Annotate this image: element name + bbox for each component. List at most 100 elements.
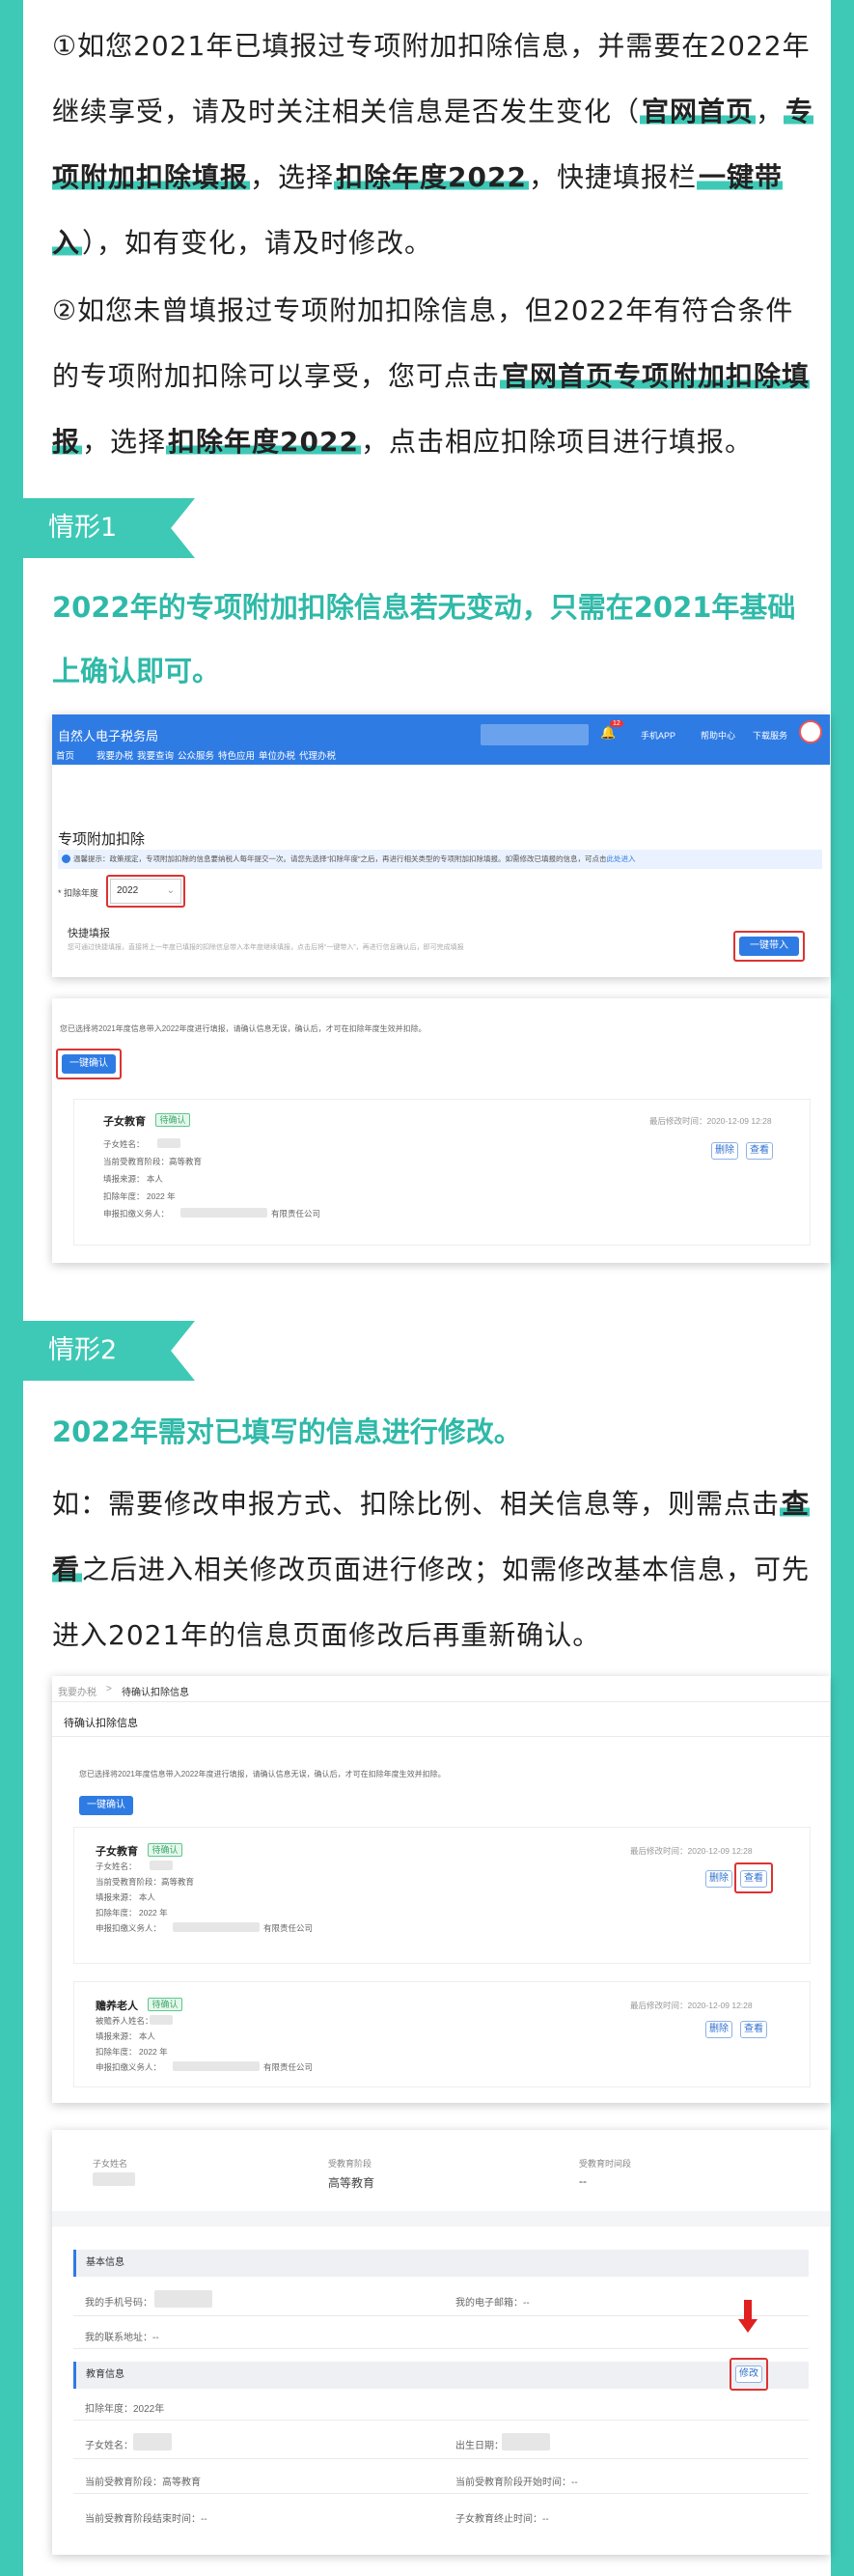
child-name-label: 子女姓名：: [85, 2441, 133, 2451]
company-suffix: 有限责任公司: [271, 1209, 321, 1218]
child-name-blur: [157, 1138, 180, 1148]
nav-item[interactable]: 我要查询: [137, 748, 174, 762]
detail-gap: [52, 2211, 830, 2226]
edu-info-header: 教育信息: [73, 2362, 809, 2389]
field-label: 申报扣缴义务人：: [96, 1923, 162, 1933]
portal-nav: 首页 我要办税 我要查询 公众服务 特色应用 单位办税 代理办税: [52, 747, 830, 765]
item-title: 赡养老人: [96, 2001, 138, 2012]
field-label: 被赡养人姓名：: [96, 2016, 153, 2026]
deduct-year: 扣除年度：2022年: [85, 2404, 165, 2415]
head-value-3: --: [579, 2174, 587, 2188]
pending-item-card: 赡养老人 待确认 最后修改时间：2020-12-09 12:28 删除 查看 被赡养人姓名…: [73, 1981, 811, 2087]
article-page: ①如您2021年已填报过专项附加扣除信息，并需要在2022年继续享受，请及时关注…: [23, 0, 831, 2576]
portal-link-app[interactable]: 手机APP: [641, 729, 675, 742]
avatar[interactable]: [799, 720, 822, 743]
item-title: 子女教育: [96, 1846, 138, 1858]
case1-heading: 2022年的专项附加扣除信息若无变动，只需在2021年基础上确认即可。: [52, 591, 796, 687]
head-label-3: 受教育时间段: [579, 2159, 632, 2169]
info-icon: [62, 854, 70, 863]
phone-value: [154, 2290, 212, 2308]
pending-confirm-button[interactable]: 一键确认: [79, 1796, 133, 1815]
pending-title: 待确认扣除信息: [64, 1718, 138, 1729]
stage-start-label: 当前受教育阶段开始时间：--: [455, 2478, 578, 2488]
status-badge: 待确认: [148, 1998, 182, 2011]
child-name-blur: [150, 1861, 173, 1870]
nav-item[interactable]: 特色应用: [218, 748, 255, 762]
intro-paragraph-2: ②如您未曾填报过专项附加扣除信息，但2022年有符合条件的专项附加扣除可以享受，…: [52, 278, 814, 475]
paragraph-text: 如：需要修改申报方式、扣除比例、相关信息等，则需点击: [52, 1488, 781, 1520]
year-highlight: [106, 875, 185, 908]
portal-link-download[interactable]: 下载服务: [753, 729, 787, 742]
birth-label: 出生日期：: [455, 2441, 504, 2451]
highlighted-keyword: 扣除年度2022: [334, 161, 529, 193]
paragraph-text: ，选择: [82, 426, 167, 458]
company-blur: [173, 1922, 260, 1932]
delete-button[interactable]: 删除: [705, 2021, 732, 2038]
portal-logo: 自然人电子税务局: [58, 729, 159, 743]
birth-blur: [502, 2433, 550, 2450]
field-label: 扣除年度： 2022 年: [96, 1908, 168, 1918]
nav-item[interactable]: 代理办税: [299, 748, 336, 762]
portal-screenshot: 自然人电子税务局 🔔 12 手机APP 帮助中心 下载服务 首页 我要办税 我要查询…: [52, 714, 830, 977]
delete-button[interactable]: 删除: [711, 1142, 738, 1160]
nav-item[interactable]: 公众服务: [178, 748, 214, 762]
field-label: 填报来源： 本人: [96, 2031, 155, 2041]
field-label: 子女姓名：: [103, 1139, 145, 1149]
breadcrumb-current: 待确认扣除信息: [122, 1688, 189, 1698]
paragraph-text: ，: [756, 96, 785, 127]
nav-item[interactable]: 首页: [56, 748, 74, 762]
status-badge: 待确认: [148, 1843, 182, 1857]
company-blur: [180, 1208, 267, 1218]
view-button[interactable]: 查看: [746, 1142, 773, 1160]
child-name-value: [93, 2172, 135, 2186]
email-label: 我的电子邮箱：--: [455, 2298, 530, 2309]
modified-time: 最后修改时间：2020-12-09 12:28: [630, 2001, 753, 2010]
head-label-2: 受教育阶段: [328, 2159, 372, 2169]
pending-item-card: 子女教育 待确认 最后修改时间：2020-12-09 12:28 删除 查看 子女姓名：当…: [73, 1827, 811, 1964]
phone-label: 我的手机号码：: [85, 2298, 152, 2309]
field-label: 填报来源： 本人: [103, 1174, 163, 1184]
paragraph-text: ，快捷填报栏: [528, 161, 697, 193]
head-label-1: 子女姓名: [93, 2159, 128, 2169]
basic-info-header: 基本信息: [73, 2250, 809, 2277]
modified-time: 最后修改时间：2020-12-09 12:28: [649, 1116, 772, 1126]
confirm-screenshot: 您已选择将2021年度信息带入2022年度进行填报，请确认信息无误，确认后，才可…: [52, 998, 830, 1263]
address-label: 我的联系地址：--: [85, 2333, 159, 2343]
field-label: 扣除年度： 2022 年: [96, 2047, 168, 2057]
portal-link-help[interactable]: 帮助中心: [701, 729, 735, 742]
delete-button[interactable]: 删除: [705, 1870, 732, 1888]
case2-paragraph: 如：需要修改申报方式、扣除比例、相关信息等，则需点击查看之后进入相关修改页面进行…: [52, 1471, 814, 1668]
stage-label: 当前受教育阶段：高等教育: [85, 2478, 201, 2488]
import-highlight: [733, 931, 805, 962]
quick-fill-desc: 您可通过快捷填报，直接将上一年度已填报的扣除信息带入本年度继续填报，点击后将“一…: [68, 944, 464, 951]
field-label: 申报扣缴义务人：: [103, 1209, 170, 1218]
field-label: 子女姓名：: [96, 1862, 137, 1871]
breadcrumb-home[interactable]: 我要办税: [58, 1684, 96, 1698]
field-label: 扣除年度： 2022 年: [103, 1191, 176, 1201]
paragraph-text: 之后进入相关修改页面进行修改；如需修改基本信息，可先进入2021年的信息页面修改…: [52, 1554, 811, 1651]
company-suffix: 有限责任公司: [263, 2062, 314, 2072]
paragraph-text: ，选择: [250, 161, 335, 193]
confirm-highlight: [56, 1049, 122, 1079]
notice-text: 温馨提示：政策规定，专项附加扣除的信息要纳税人每年提交一次。请您先选择“扣除年度…: [73, 854, 607, 863]
field-label: 申报扣缴义务人：: [96, 2062, 162, 2072]
company-blur: [173, 2061, 260, 2071]
field-label: 当前受教育阶段：高等教育: [103, 1157, 203, 1166]
field-label: 填报来源： 本人: [96, 1892, 155, 1902]
item-title: 子女教育: [103, 1116, 146, 1128]
notice-link[interactable]: 此处进入: [607, 854, 636, 863]
child-name-blur: [133, 2433, 172, 2450]
confirm-item-card: 子女教育 待确认 最后修改时间：2020-12-09 12:28 子女姓名： 当前…: [73, 1099, 811, 1246]
nav-item[interactable]: 我要办税: [96, 748, 133, 762]
confirm-desc: 您已选择将2021年度信息带入2022年度进行填报，请确认信息无误，确认后，才可…: [60, 1024, 427, 1033]
case1-tag: 情形1: [23, 498, 195, 558]
pending-screenshot: 我要办税 > 待确认扣除信息 待确认扣除信息 您已选择将2021年度信息带入20…: [52, 1676, 830, 2103]
nav-item[interactable]: 单位办税: [259, 748, 295, 762]
elder-name-blur: [150, 2015, 173, 2025]
highlighted-keyword: 扣除年度2022: [166, 426, 361, 458]
portal-search-input[interactable]: [481, 724, 589, 745]
view-button[interactable]: 查看: [740, 2021, 767, 2038]
bell-icon[interactable]: 🔔: [600, 725, 616, 741]
portal-page-title: 专项附加扣除: [58, 831, 146, 848]
company-suffix: 有限责任公司: [263, 1923, 314, 1933]
